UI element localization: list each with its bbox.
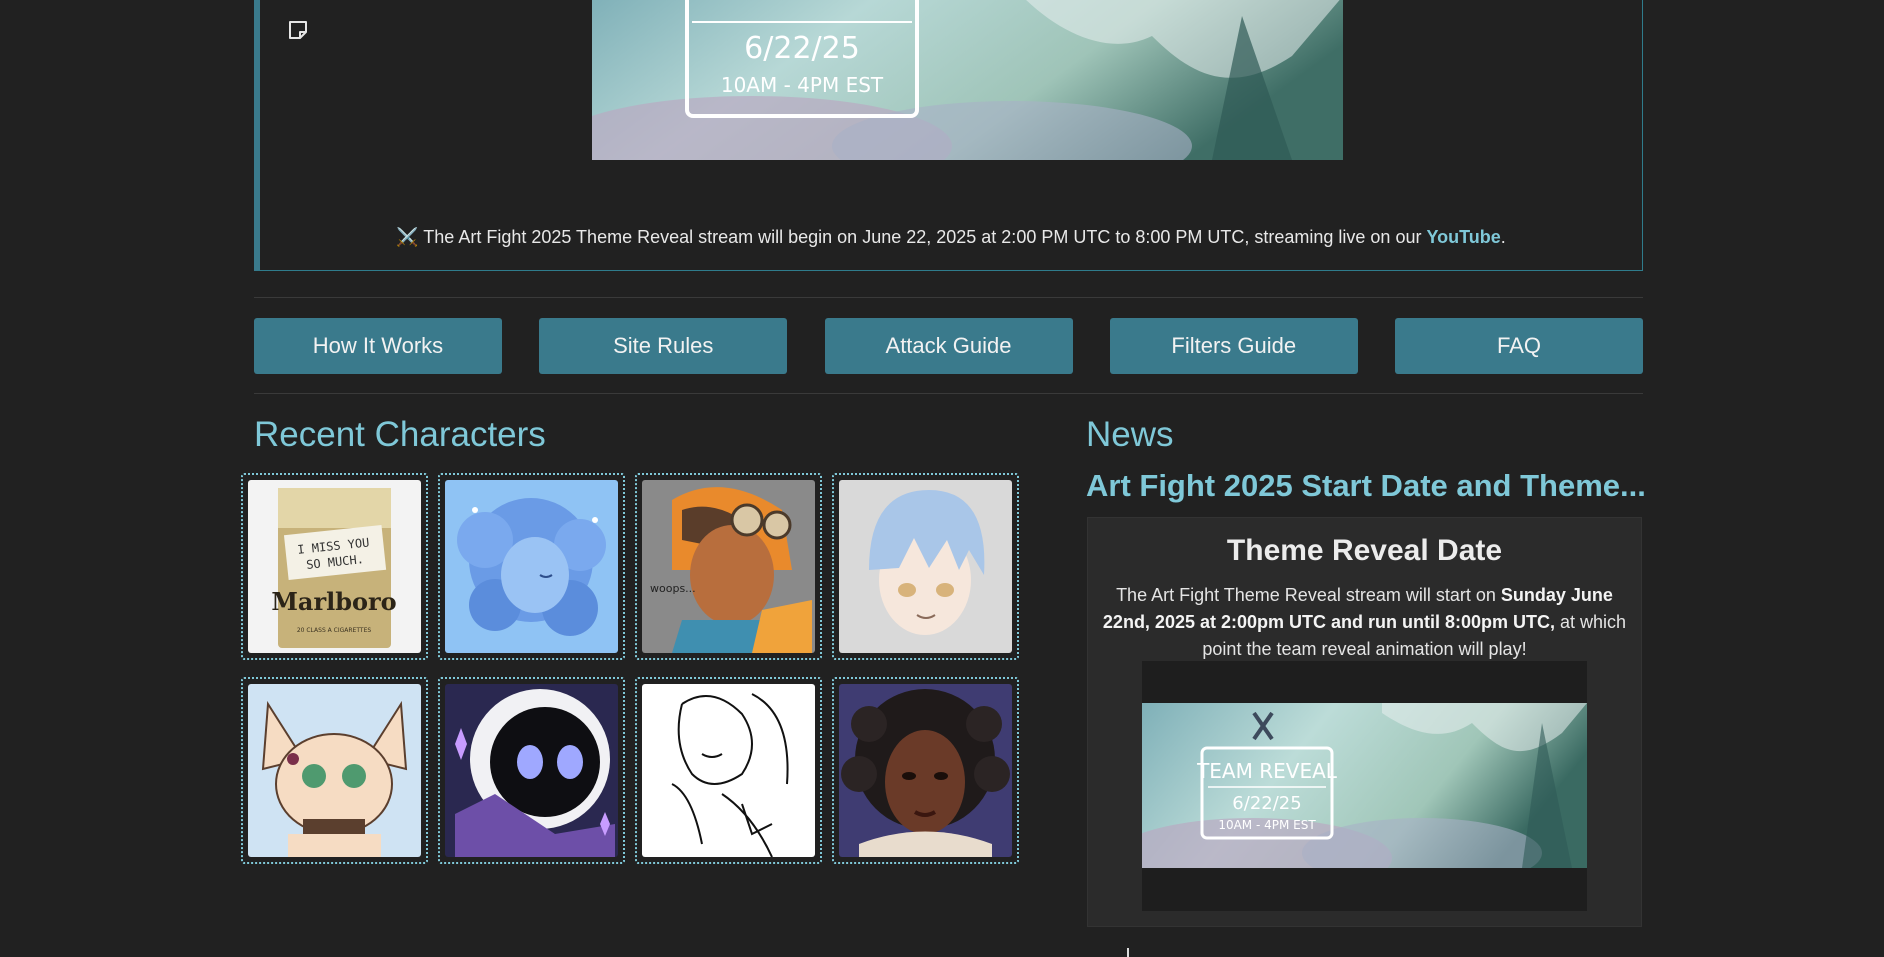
svg-text:woops...: woops...	[650, 582, 696, 595]
character-card[interactable]: I MISS YOU SO MUCH. Marlboro 20 CLASS A …	[241, 473, 428, 660]
banner-time: 10AM - 4PM EST	[721, 73, 884, 97]
filters-guide-button[interactable]: Filters Guide	[1109, 318, 1358, 374]
announcement-message: The Art Fight 2025 Theme Reveal stream w…	[423, 227, 1422, 247]
character-card[interactable]	[832, 473, 1019, 660]
youtube-link[interactable]: YouTube	[1426, 227, 1500, 247]
text-cursor	[1127, 948, 1129, 957]
character-card[interactable]: woops...	[635, 473, 822, 660]
character-card[interactable]	[832, 677, 1019, 864]
attack-guide-button[interactable]: Attack Guide	[824, 318, 1073, 374]
swords-icon: ⚔️	[396, 227, 419, 247]
how-it-works-button[interactable]: How It Works	[254, 318, 502, 374]
svg-text:TEAM REVEAL: TEAM REVEAL	[1196, 759, 1338, 783]
news-video-embed[interactable]: TEAM REVEAL 6/22/25 10AM - 4PM EST	[1142, 661, 1587, 911]
character-card[interactable]	[635, 677, 822, 864]
svg-text:6/22/25: 6/22/25	[1232, 793, 1301, 814]
character-thumbnail	[445, 684, 618, 857]
sticky-note-icon	[289, 21, 307, 39]
character-thumbnail: woops...	[642, 480, 815, 653]
announcement-panel: 6/22/25 10AM - 4PM EST ⚔️ The Art Fight …	[254, 0, 1643, 271]
character-card[interactable]	[241, 677, 428, 864]
team-reveal-video-thumbnail: TEAM REVEAL 6/22/25 10AM - 4PM EST	[1142, 703, 1587, 868]
character-thumbnail	[839, 684, 1012, 857]
news-post-title-link[interactable]: Art Fight 2025 Start Date and Theme...	[1086, 468, 1646, 504]
divider-top	[254, 297, 1643, 298]
svg-text:20 CLASS A CIGARETTES: 20 CLASS A CIGARETTES	[297, 627, 372, 634]
banner-date: 6/22/25	[744, 31, 860, 66]
character-card[interactable]	[438, 473, 625, 660]
faq-button[interactable]: FAQ	[1395, 318, 1643, 374]
character-thumbnail	[445, 480, 618, 653]
svg-text:10AM - 4PM EST: 10AM - 4PM EST	[1218, 818, 1316, 832]
character-thumbnail	[839, 480, 1012, 653]
character-grid: I MISS YOU SO MUCH. Marlboro 20 CLASS A …	[241, 473, 1022, 864]
divider-bottom	[254, 393, 1643, 394]
news-card-heading: Theme Reveal Date	[1226, 534, 1503, 567]
news-title: News	[1086, 415, 1174, 454]
announcement-text: ⚔️ The Art Fight 2025 Theme Reveal strea…	[396, 227, 1506, 247]
character-card[interactable]	[438, 677, 625, 864]
theme-reveal-banner: 6/22/25 10AM - 4PM EST	[592, 0, 1343, 160]
character-thumbnail	[248, 684, 421, 857]
recent-characters-title: Recent Characters	[254, 415, 546, 454]
svg-text:Marlboro: Marlboro	[271, 587, 396, 616]
news-card-body: The Art Fight Theme Reveal stream will s…	[1102, 585, 1627, 659]
info-nav: How It Works Site Rules Attack Guide Fil…	[254, 318, 1643, 374]
character-thumbnail: I MISS YOU SO MUCH. Marlboro 20 CLASS A …	[248, 480, 421, 653]
news-card: Theme Reveal Date The Art Fight Theme Re…	[1087, 517, 1642, 927]
character-thumbnail	[642, 684, 815, 857]
site-rules-button[interactable]: Site Rules	[539, 318, 788, 374]
